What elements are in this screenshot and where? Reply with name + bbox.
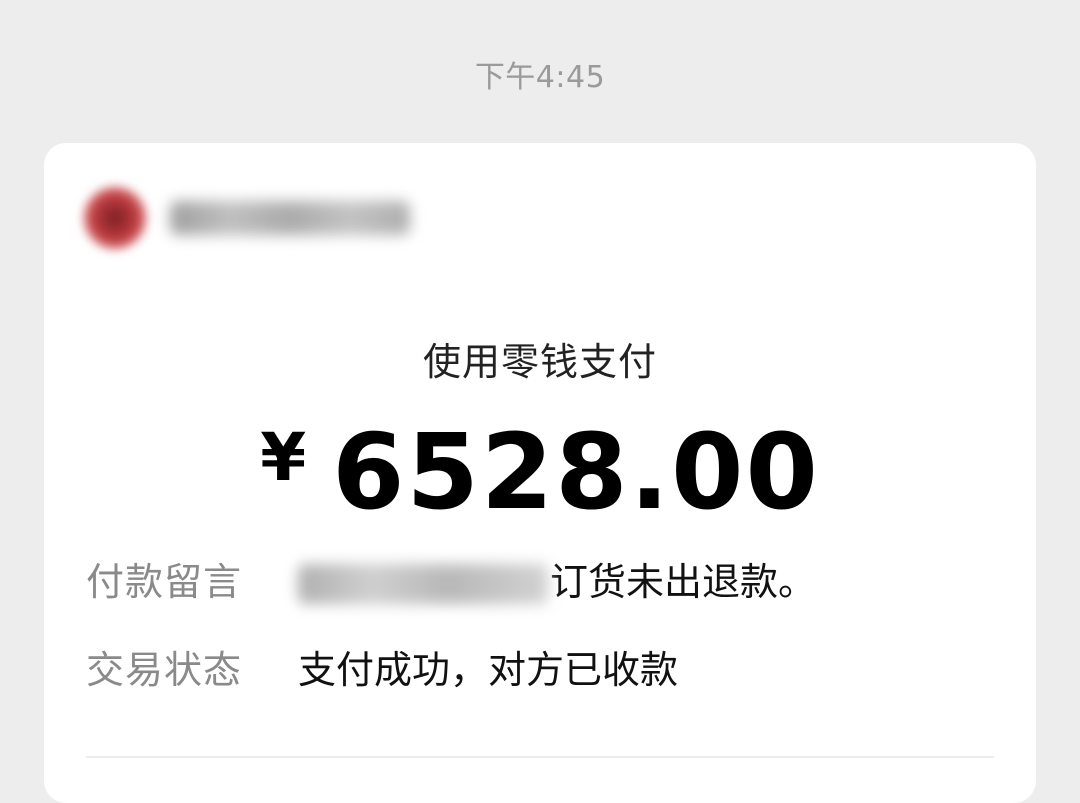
divider: [86, 756, 994, 758]
merchant-header[interactable]: [84, 185, 410, 251]
payment-note-text: 订货未出退款。: [550, 559, 817, 604]
transaction-status-label: 交易状态: [86, 647, 243, 692]
payment-method-label: 使用零钱支付: [422, 340, 657, 384]
transfer-card[interactable]: 使用零钱支付 ¥6528.00 付款留言 订货未出退款。 交易状态 支付成功，对…: [44, 143, 1036, 803]
amount-value: 6528.00: [332, 411, 820, 533]
payment-note-row: 付款留言 订货未出退款。: [86, 551, 816, 606]
payment-note-value: 订货未出退款。: [298, 551, 816, 606]
merchant-name-blurred: [170, 201, 410, 235]
payment-note-blurred-text: [298, 564, 548, 604]
transaction-status-row: 交易状态 支付成功，对方已收款: [86, 641, 679, 692]
payment-amount: ¥6528.00: [44, 411, 1036, 533]
payment-note-label: 付款留言: [86, 559, 243, 604]
merchant-avatar[interactable]: [84, 187, 146, 249]
transaction-status-value: 支付成功，对方已收款: [298, 647, 679, 692]
currency-symbol: ¥: [260, 419, 307, 496]
message-timestamp: 下午4:45: [474, 60, 606, 95]
